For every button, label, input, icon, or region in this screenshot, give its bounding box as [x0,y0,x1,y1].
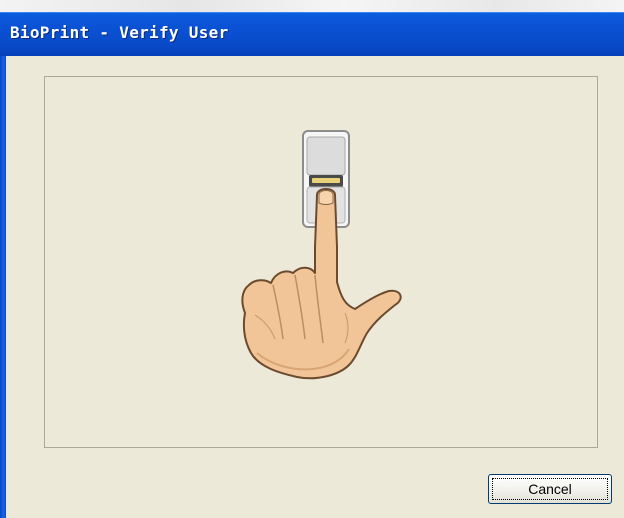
verify-user-dialog: BioPrint - Verify User Cancel [0,0,624,518]
cancel-button-label: Cancel [528,481,572,497]
dialog-client-area: Cancel [6,56,624,518]
backdrop-strip [0,0,624,12]
title-bar[interactable]: BioPrint - Verify User [0,12,624,56]
window-title: BioPrint - Verify User [10,23,229,42]
fingerprint-display-panel [44,76,598,448]
pointing-hand-icon [241,188,402,380]
cancel-button[interactable]: Cancel [488,474,612,504]
finger-on-scanner-icon [241,130,402,380]
